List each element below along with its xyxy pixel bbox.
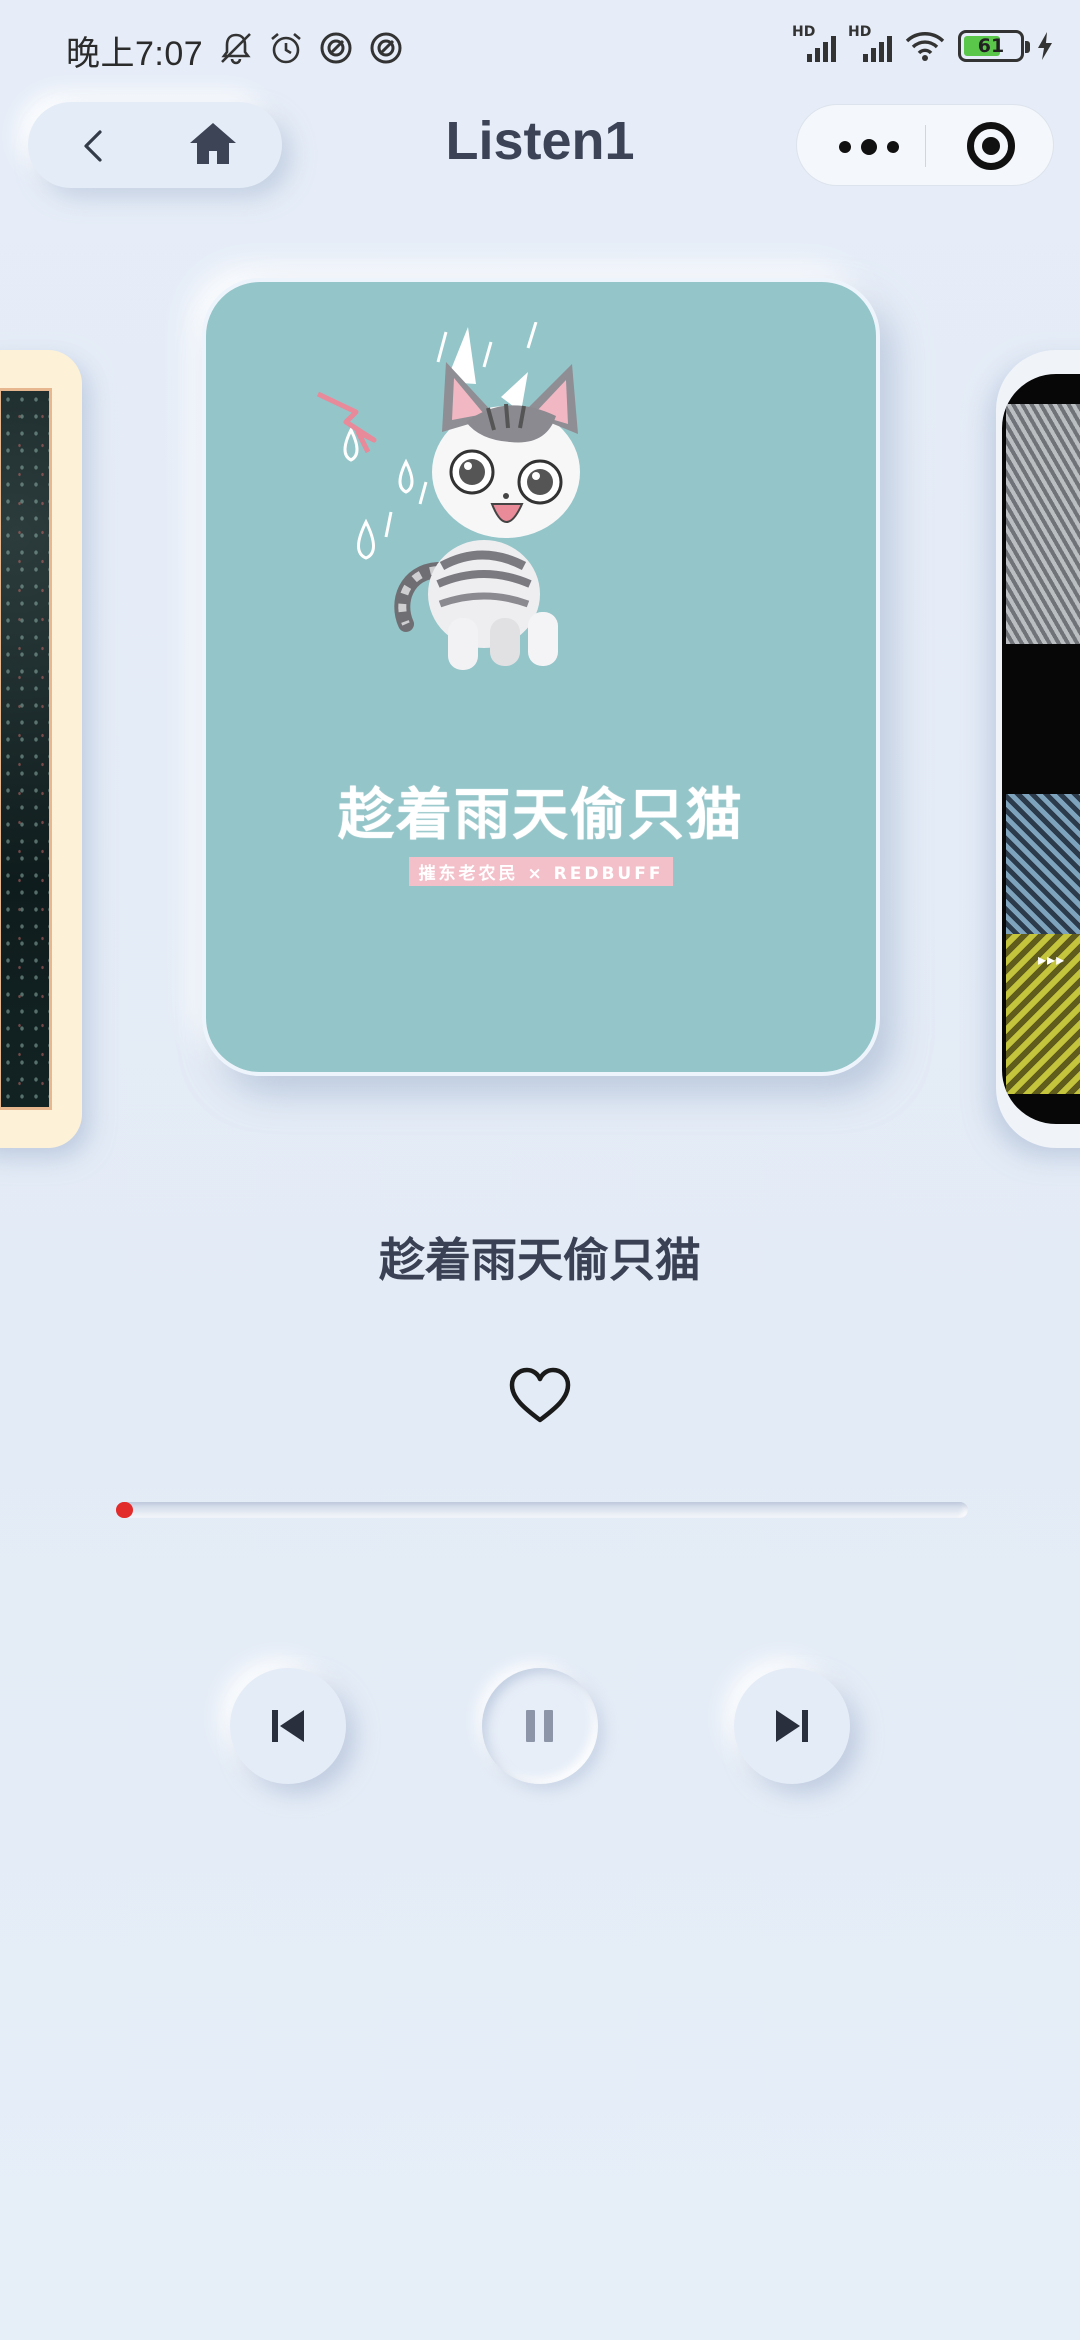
status-bar: 晚上7:07 HD HD 61 xyxy=(0,0,1080,100)
progress-bar[interactable] xyxy=(116,1502,968,1518)
signal-icon: HD xyxy=(792,24,836,64)
album-cover-previous[interactable] xyxy=(0,350,82,1148)
wifi-icon xyxy=(905,32,945,61)
album-cover-current[interactable]: 趁着雨天偷只猫 摧东老农民 × REDBUFF xyxy=(202,278,880,1076)
signal-icon: HD xyxy=(848,24,892,64)
pause-icon xyxy=(526,1710,553,1742)
target-circle-icon[interactable] xyxy=(967,122,1015,170)
status-icons-right: HD HD 61 xyxy=(792,24,1054,64)
charging-bolt-icon xyxy=(1038,32,1052,60)
album-art-subtitle: 摧东老农民 × REDBUFF xyxy=(408,857,674,886)
player-screen: 晚上7:07 HD HD 61 Listen1 ▸▸▸ 趁着雨天偷只猫 摧东老农… xyxy=(0,0,1080,2340)
album-art-previous xyxy=(0,388,52,1110)
alarm-icon xyxy=(271,33,301,64)
progress-fill xyxy=(116,1502,134,1518)
skip-previous-icon xyxy=(272,1710,304,1742)
mute-bell-icon xyxy=(221,33,251,65)
capsule-divider xyxy=(925,125,926,167)
play-arrows-icon: ▸▸▸ xyxy=(1038,950,1066,969)
album-art-title: 趁着雨天偷只猫 xyxy=(338,783,744,848)
album-art-next: ▸▸▸ xyxy=(1002,374,1080,1124)
battery-icon: 61 xyxy=(958,30,1030,62)
status-icons xyxy=(218,30,404,66)
mini-program-capsule xyxy=(796,104,1054,186)
skip-next-icon xyxy=(776,1710,808,1742)
battery-level: 61 xyxy=(977,35,1005,57)
pause-button[interactable] xyxy=(482,1668,598,1784)
heart-icon[interactable] xyxy=(508,1366,572,1426)
more-dots-icon[interactable] xyxy=(829,127,909,167)
status-time: 晚上7:07 xyxy=(66,35,204,73)
previous-button[interactable] xyxy=(230,1668,346,1784)
circle-a-icon xyxy=(320,32,352,64)
album-cover-next[interactable]: ▸▸▸ xyxy=(996,350,1080,1148)
album-art-caption: 趁着雨天偷只猫 摧东老农民 × REDBUFF xyxy=(206,770,876,886)
next-button[interactable] xyxy=(734,1668,850,1784)
song-title: 趁着雨天偷只猫 xyxy=(379,1233,701,1287)
circle-a-icon xyxy=(370,32,402,64)
